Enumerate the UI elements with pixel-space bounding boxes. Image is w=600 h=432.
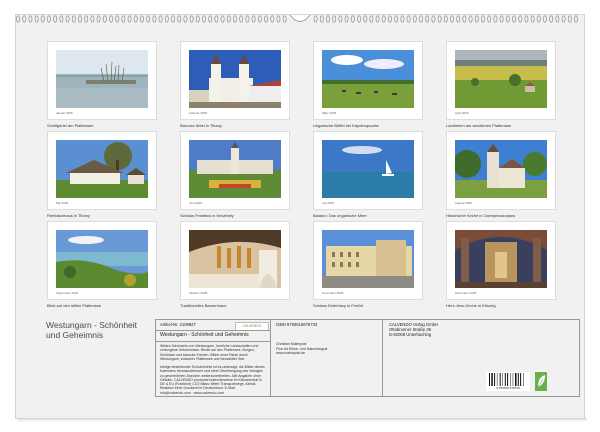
article-number: Artikel-Nr. 2109927 [160, 322, 196, 327]
publisher-city: D-82008 Unterhaching [389, 332, 432, 337]
month-label: Mai 2025 [56, 201, 69, 205]
photo-caption: Reetdachhaus in Tihany [47, 213, 90, 218]
month-photo [56, 50, 148, 108]
month-label: Juni 2025 [189, 201, 203, 205]
month-label: Februar 2025 [189, 111, 208, 115]
month-card: August 2025 [446, 131, 556, 210]
spiral-binding [14, 14, 586, 24]
month-photo [455, 230, 547, 288]
month-photo [322, 50, 414, 108]
photo-caption: Schilfgürtel am Plattensee [47, 123, 94, 128]
photo-caption: Herz-Jesu-Kirche in Kőszeg [446, 303, 496, 308]
month-label: Oktober 2025 [189, 291, 208, 295]
month-photo [189, 230, 281, 288]
month-label: April 2025 [455, 111, 469, 115]
month-label: Dezember 2025 [455, 291, 477, 295]
month-photo [189, 50, 281, 108]
month-photo [455, 140, 547, 198]
month-label: März 2025 [322, 111, 337, 115]
month-card: Oktober 2025 [180, 221, 290, 300]
barcode: 9 783516 676733 [486, 372, 530, 391]
eco-leaf-icon [535, 372, 547, 391]
photo-caption: Traditionelles Bauernhaus [180, 303, 227, 308]
divider [156, 341, 270, 342]
calendar-title: Westungarn - Schönheit und Geheimnis [46, 320, 138, 340]
divider [382, 320, 383, 396]
month-photo [189, 140, 281, 198]
photo-caption: Blick auf den stillen Plattensee [47, 303, 102, 308]
month-card: Juli 2025 [313, 131, 423, 210]
month-label: Januar 2025 [56, 111, 73, 115]
product-title: Westungarn - Schönheit und Geheimnis [160, 332, 249, 338]
month-card: Januar 2025 [47, 41, 157, 120]
month-card: März 2025 [313, 41, 423, 120]
divider [156, 330, 270, 331]
month-photo [455, 50, 547, 108]
description-text: Wildes Schönsein von Westungarn, herrlic… [160, 344, 259, 361]
author-website: www.malmqvist.de [276, 351, 305, 355]
info-box: Artikel-Nr. 2109927 CALVENDO Westungarn … [155, 319, 580, 397]
month-card: November 2025 [313, 221, 423, 300]
month-card: September 2025 [47, 221, 157, 300]
photo-caption: Schloss Festetics in Keszthely [180, 213, 234, 218]
month-photo [56, 230, 148, 288]
month-photo [322, 230, 414, 288]
photo-caption: Ungarische Büffel bei Kápolnapuszta [313, 123, 379, 128]
month-label: August 2025 [455, 201, 472, 205]
barcode-number: 9 783516 676733 [486, 386, 530, 390]
photo-caption: Landleben am westlichen Plattensee [446, 123, 512, 128]
photo-caption: Historische Kirche in Csempeszkopács [446, 213, 516, 218]
month-label: November 2025 [322, 291, 344, 295]
month-card: Juni 2025 [180, 131, 290, 210]
photo-caption: Schloss Esterházy in Fertőd [313, 303, 363, 308]
month-label: September 2025 [56, 291, 79, 295]
photo-caption: Balaton: Das ungarische Meer [313, 213, 367, 218]
copyright-text: Infolge bestehender Schutzrechte ist es … [160, 365, 265, 395]
month-photo [56, 140, 148, 198]
month-card: Dezember 2025 [446, 221, 556, 300]
month-card: April 2025 [446, 41, 556, 120]
month-photo [322, 140, 414, 198]
month-card: Februar 2025 [180, 41, 290, 120]
month-card: Mai 2025 [47, 131, 157, 210]
isbn: ISBN 9783516676733 [276, 322, 318, 327]
month-label: Juli 2025 [322, 201, 335, 205]
photo-caption: Barocke Abtei in Tihany [180, 123, 222, 128]
divider [270, 320, 271, 396]
